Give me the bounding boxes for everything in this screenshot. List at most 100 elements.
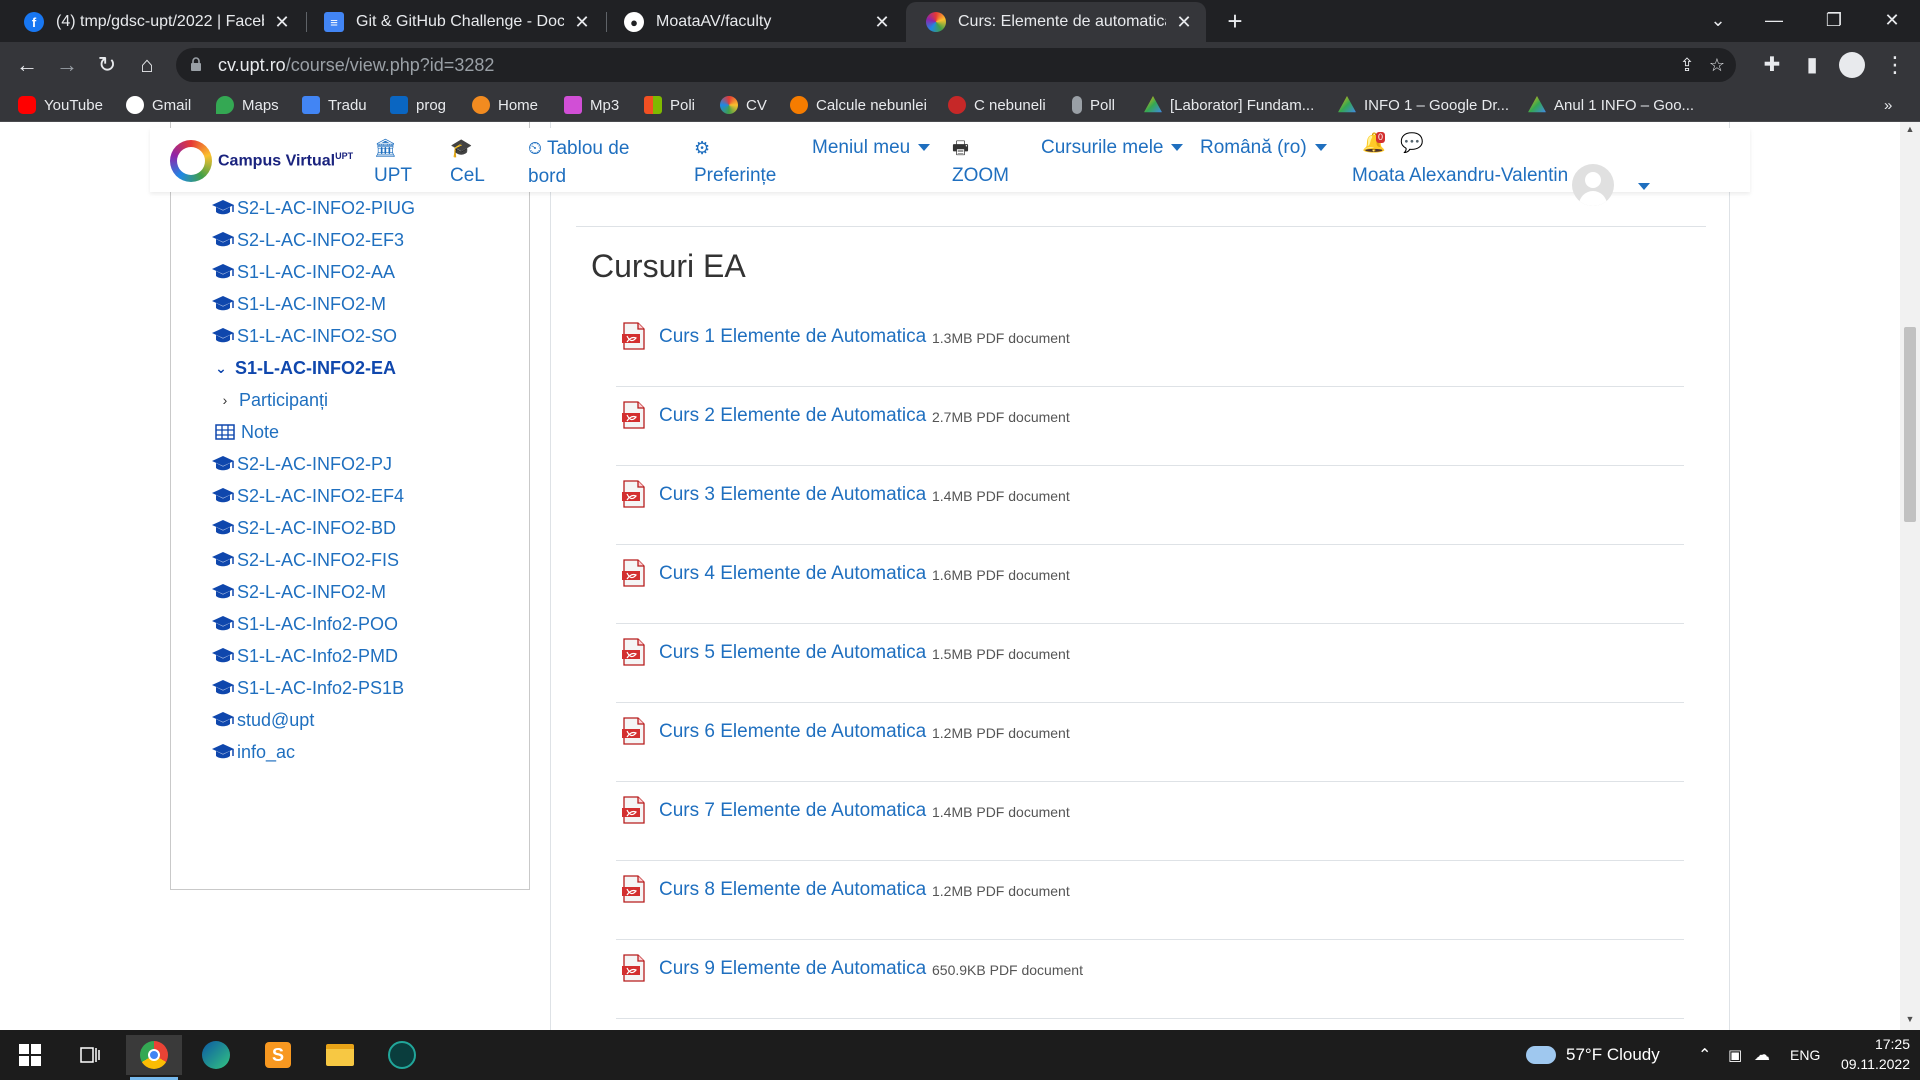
sidebar-item[interactable]: S2-L-AC-INFO2-PJ	[211, 450, 392, 478]
task-view-icon[interactable]	[62, 1035, 118, 1075]
scroll-down-arrow-icon[interactable]: ▼	[1904, 1014, 1916, 1026]
close-icon[interactable]: ✕	[872, 12, 892, 33]
chrome-taskbar-icon[interactable]	[126, 1035, 182, 1080]
sidebar-item[interactable]: ⌄ S1-L-AC-INFO2-EA	[211, 354, 396, 382]
nav-tablou-de-bord[interactable]: ⏲ Tablou de bord	[528, 134, 629, 191]
user-menu-caret-icon[interactable]	[1638, 183, 1650, 190]
resource-link[interactable]: Curs 3 Elemente de Automatica	[659, 484, 926, 506]
meet-now-icon[interactable]: ▣	[1728, 1030, 1742, 1080]
sidebar-item[interactable]: S2-L-AC-INFO2-FIS	[211, 546, 399, 574]
tab-github[interactable]: ● MoataAV/faculty ✕	[604, 2, 904, 42]
bookmark-calcule-nebunlei[interactable]: Calcule nebunlei	[790, 94, 927, 116]
side-panel-icon[interactable]: ▮	[1797, 50, 1827, 80]
bookmark-cv[interactable]: CV	[720, 94, 767, 116]
sidebar-item[interactable]: stud@upt	[211, 706, 314, 734]
sidebar-item[interactable]: S2-L-AC-INFO2-PIUG	[211, 194, 415, 222]
profile-avatar-icon[interactable]	[1837, 50, 1867, 80]
browser-menu-icon[interactable]: ⋮	[1880, 50, 1910, 80]
resource-link[interactable]: Curs 5 Elemente de Automatica	[659, 642, 926, 664]
close-icon[interactable]: ✕	[272, 12, 292, 33]
tab-facebook[interactable]: f (4) tmp/gdsc-upt/2022 | Faceboo ✕	[4, 2, 304, 42]
notifications-bell-icon[interactable]: 🔔 0	[1362, 130, 1386, 158]
bookmark-anul1-info[interactable]: Anul 1 INFO – Goo...	[1528, 94, 1694, 116]
close-icon[interactable]: ✕	[572, 12, 592, 33]
reload-button[interactable]: ↻	[92, 50, 122, 80]
chevron-down-icon[interactable]: ⌄	[211, 360, 231, 377]
bookmarks-overflow-chevron[interactable]: »	[1884, 94, 1892, 116]
forward-button[interactable]: →	[52, 50, 82, 80]
bookmark-home[interactable]: Home	[472, 94, 538, 116]
sidebar-item[interactable]: S2-L-AC-INFO2-BD	[211, 514, 396, 542]
tab-curs-ea[interactable]: Curs: Elemente de automatica ✕	[906, 2, 1206, 42]
sidebar-item[interactable]: › Participanți	[215, 386, 328, 414]
sidebar-item[interactable]: info_ac	[211, 738, 295, 766]
nav-zoom[interactable]: 🖶 ZOOM	[952, 134, 1009, 190]
nav-preferinte[interactable]: ⚙ Preferințe	[694, 134, 776, 190]
close-icon[interactable]: ✕	[1174, 12, 1194, 33]
onedrive-cloud-icon[interactable]: ☁	[1754, 1030, 1770, 1080]
bookmark-laborator[interactable]: [Laborator] Fundam...	[1144, 94, 1314, 116]
resource-link[interactable]: Curs 6 Elemente de Automatica	[659, 721, 926, 743]
bookmark-maps[interactable]: Maps	[216, 94, 279, 116]
restore-button[interactable]: ❐	[1806, 0, 1862, 40]
minimize-button[interactable]: —	[1746, 0, 1802, 40]
sidebar-item[interactable]: S1-L-AC-Info2-PMD	[211, 642, 398, 670]
system-clock[interactable]: 17:25 09.11.2022	[1830, 1034, 1910, 1074]
nav-language[interactable]: Română (ro)	[1200, 134, 1327, 162]
resource-link[interactable]: Curs 7 Elemente de Automatica	[659, 800, 926, 822]
sidebar-item[interactable]: S1-L-AC-INFO2-AA	[211, 258, 395, 286]
windows-start-icon[interactable]	[2, 1035, 58, 1075]
bookmark-gmail[interactable]: Gmail	[126, 94, 191, 116]
edge-taskbar-icon[interactable]	[188, 1035, 244, 1075]
messages-chat-icon[interactable]: 💬	[1400, 130, 1424, 158]
sidebar-item[interactable]: Note	[215, 418, 279, 446]
bookmark-prog[interactable]: prog	[390, 94, 446, 116]
resource-link[interactable]: Curs 1 Elemente de Automatica	[659, 326, 926, 348]
resource-link[interactable]: Curs 8 Elemente de Automatica	[659, 879, 926, 901]
bookmark-youtube[interactable]: YouTube	[18, 94, 103, 116]
chevron-right-icon[interactable]: ›	[215, 392, 235, 408]
nav-meniul-meu[interactable]: Meniul meu	[812, 134, 931, 162]
sidebar-item[interactable]: S1-L-AC-Info2-POO	[211, 610, 398, 638]
nav-upt[interactable]: 🏛 UPT	[374, 134, 412, 190]
tab-google-docs[interactable]: ≡ Git & GitHub Challenge - Docum ✕	[304, 2, 604, 42]
url-text[interactable]: cv.upt.ro/course/view.php?id=3282	[218, 55, 494, 76]
bookmark-poll[interactable]: Poll	[1072, 94, 1115, 116]
campus-virtual-logo[interactable]: Campus VirtualUPT	[170, 140, 353, 182]
nav-cel[interactable]: 🎓 CeL	[450, 134, 485, 190]
avatar[interactable]	[1572, 164, 1614, 206]
resource-link[interactable]: Curs 4 Elemente de Automatica	[659, 563, 926, 585]
tab-search-chevron-icon[interactable]: ⌄	[1690, 0, 1746, 40]
sidebar-item[interactable]: S2-L-AC-INFO2-EF4	[211, 482, 404, 510]
share-icon[interactable]: ⇪	[1676, 54, 1698, 76]
language-indicator[interactable]: ENG	[1790, 1030, 1820, 1080]
weather-widget[interactable]: 57°F Cloudy	[1526, 1030, 1660, 1080]
bookmark-info1[interactable]: INFO 1 – Google Dr...	[1338, 94, 1509, 116]
show-hidden-icons-chevron[interactable]: ⌃	[1698, 1030, 1711, 1080]
sidebar-item[interactable]: S2-L-AC-INFO2-M	[211, 578, 386, 606]
sublime-text-taskbar-icon[interactable]: S	[250, 1035, 306, 1075]
lock-icon[interactable]	[190, 57, 202, 71]
new-tab-button[interactable]: +	[1220, 6, 1250, 36]
nav-cursurile-mele[interactable]: Cursurile mele	[1041, 134, 1184, 162]
sidebar-item[interactable]: S2-L-AC-INFO2-EF3	[211, 226, 404, 254]
home-button[interactable]: ⌂	[132, 50, 162, 80]
bookmark-tradu[interactable]: Tradu	[302, 94, 367, 116]
resource-link[interactable]: Curs 2 Elemente de Automatica	[659, 405, 926, 427]
file-explorer-taskbar-icon[interactable]	[312, 1035, 368, 1075]
extensions-icon[interactable]: ✚	[1757, 50, 1787, 80]
address-bar[interactable]: cv.upt.ro/course/view.php?id=3282 ⇪ ☆	[176, 48, 1736, 82]
back-button[interactable]: ←	[12, 50, 42, 80]
sidebar-item[interactable]: S1-L-AC-INFO2-M	[211, 290, 386, 318]
resource-link[interactable]: Curs 9 Elemente de Automatica	[659, 958, 926, 980]
gitkraken-taskbar-icon[interactable]	[374, 1035, 430, 1075]
page-scrollbar[interactable]: ▲ ▼	[1900, 122, 1920, 1030]
close-window-button[interactable]: ✕	[1864, 0, 1920, 40]
sidebar-item[interactable]: S1-L-AC-Info2-PS1B	[211, 674, 404, 702]
bookmark-poli[interactable]: Poli	[644, 94, 695, 116]
user-menu[interactable]: Moata Alexandru-Valentin	[1352, 162, 1568, 190]
bookmark-star-icon[interactable]: ☆	[1706, 54, 1728, 76]
scrollbar-thumb[interactable]	[1904, 327, 1916, 522]
bookmark-mp3[interactable]: Mp3	[564, 94, 619, 116]
bookmark-c-nebuneli[interactable]: C nebuneli	[948, 94, 1046, 116]
